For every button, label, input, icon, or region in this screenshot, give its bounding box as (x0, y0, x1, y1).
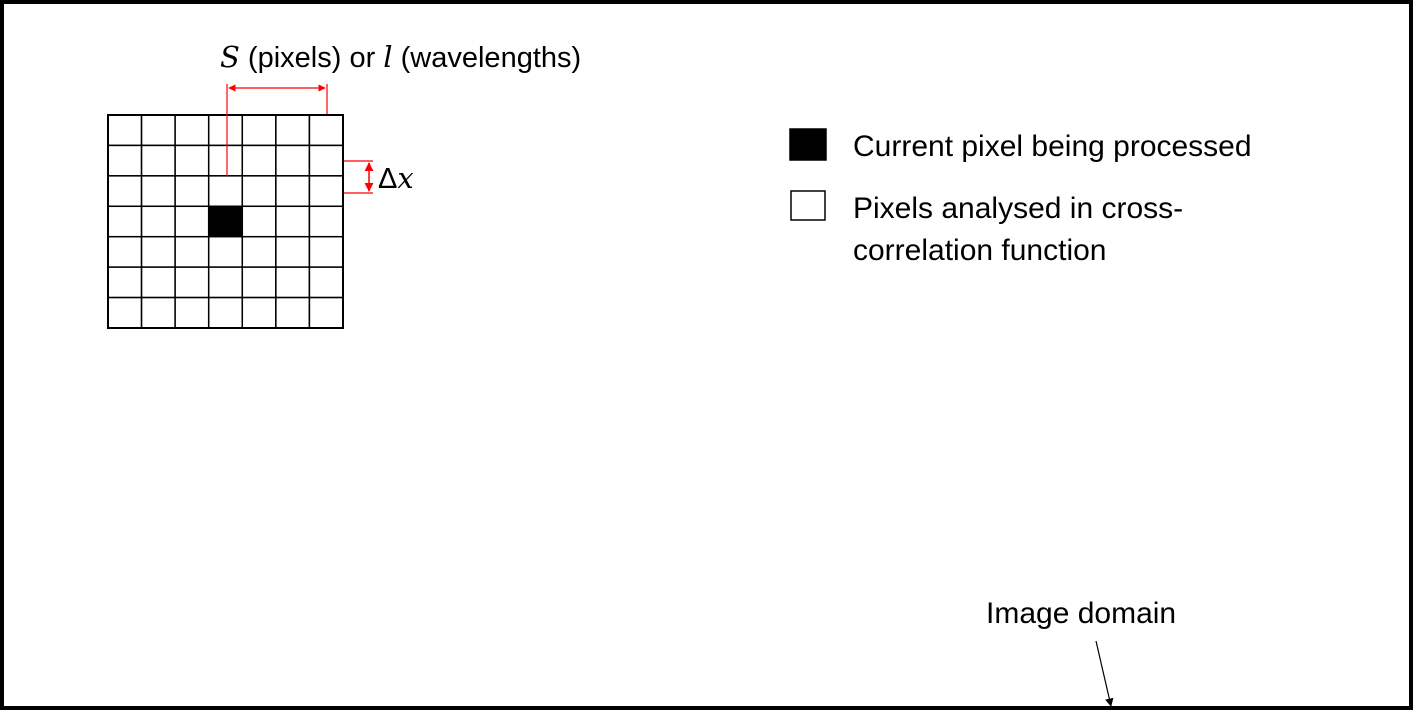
grid-cell (241, 175, 277, 208)
symbol-x: x (397, 161, 413, 195)
grid-cell (174, 114, 210, 147)
grid-cell (207, 144, 244, 177)
grid-cell (174, 266, 210, 299)
legend-swatch-current-pixel (789, 128, 827, 161)
grid-cell (275, 266, 311, 299)
grid-cell (241, 296, 277, 329)
grid-cell (308, 235, 344, 268)
symbol-l: l (383, 40, 392, 74)
grid-cell (107, 296, 143, 329)
grid-cell (241, 235, 277, 268)
pixel-spacing-dimension (344, 160, 374, 194)
grid-cell (174, 205, 210, 238)
window-size-label-wavelengths: (wavelengths) (393, 42, 582, 74)
pixel-spacing-label: Δx (378, 161, 414, 195)
grid-cell (140, 235, 176, 268)
grid-cell (275, 235, 311, 268)
grid-cell (140, 175, 176, 208)
legend-item-current-pixel: Current pixel being processed (789, 128, 1252, 163)
grid-cell (140, 144, 176, 177)
grid-cell (241, 266, 277, 299)
grid-cell (107, 235, 143, 268)
grid-cell (207, 235, 244, 268)
legend-label-analysed-pixels-line-1: Pixels analysed in cross- (853, 192, 1183, 225)
legend-swatch-analysed-pixels (790, 190, 826, 221)
grid-cell (308, 175, 344, 208)
window-diagram: S (pixels) or l (wavelengths) Δx Current… (0, 0, 1413, 710)
image-domain-pointer (1095, 640, 1114, 707)
legend-item-analysed-pixels: Pixels analysed in cross- correlation fu… (790, 190, 1191, 267)
grid-cell (174, 175, 210, 208)
legend-label-current-pixel: Current pixel being processed (853, 130, 1252, 163)
pixel-grid (107, 114, 344, 329)
grid-cell (308, 296, 344, 329)
image-domain-label: Image domain (986, 597, 1176, 630)
grid-cell (275, 205, 311, 238)
grid-cell (207, 266, 244, 299)
legend: Current pixel being processed Pixels ana… (789, 128, 1252, 267)
grid-cell (275, 144, 311, 177)
grid-cell (174, 296, 210, 329)
grid-cell (174, 144, 210, 177)
grid-cell (241, 144, 277, 177)
grid-cell (241, 205, 277, 238)
grid-cell (140, 205, 176, 238)
window-size-label-pixels: (pixels) or (240, 42, 383, 74)
grid-cell (107, 144, 143, 177)
grid-cell (174, 235, 210, 268)
grid-cell (308, 205, 344, 238)
delta-symbol: Δ (378, 163, 397, 195)
window-size-label: S (pixels) or l (wavelengths) (220, 40, 581, 74)
grid-cell (107, 175, 143, 208)
legend-label-analysed-pixels: Pixels analysed in cross- correlation fu… (853, 192, 1191, 267)
grid-cell (140, 114, 176, 147)
grid-cell (275, 175, 311, 208)
grid-cell (275, 114, 311, 147)
grid-cell (275, 296, 311, 329)
grid-cell (308, 266, 344, 299)
image-domain-border (0, 0, 1413, 710)
grid-cell (107, 205, 143, 238)
grid-cell (140, 296, 176, 329)
current-pixel-cell (207, 205, 244, 238)
grid-cell (241, 114, 277, 147)
grid-cell (308, 114, 344, 147)
grid-cell (107, 266, 143, 299)
grid-cell (308, 144, 344, 177)
grid-cell (207, 114, 244, 147)
legend-label-analysed-pixels-line-2: correlation function (853, 234, 1106, 267)
grid-cell (140, 266, 176, 299)
grid-cell (107, 114, 143, 147)
symbol-s: S (220, 40, 240, 74)
grid-cell (207, 175, 244, 208)
grid-cell (207, 296, 244, 329)
